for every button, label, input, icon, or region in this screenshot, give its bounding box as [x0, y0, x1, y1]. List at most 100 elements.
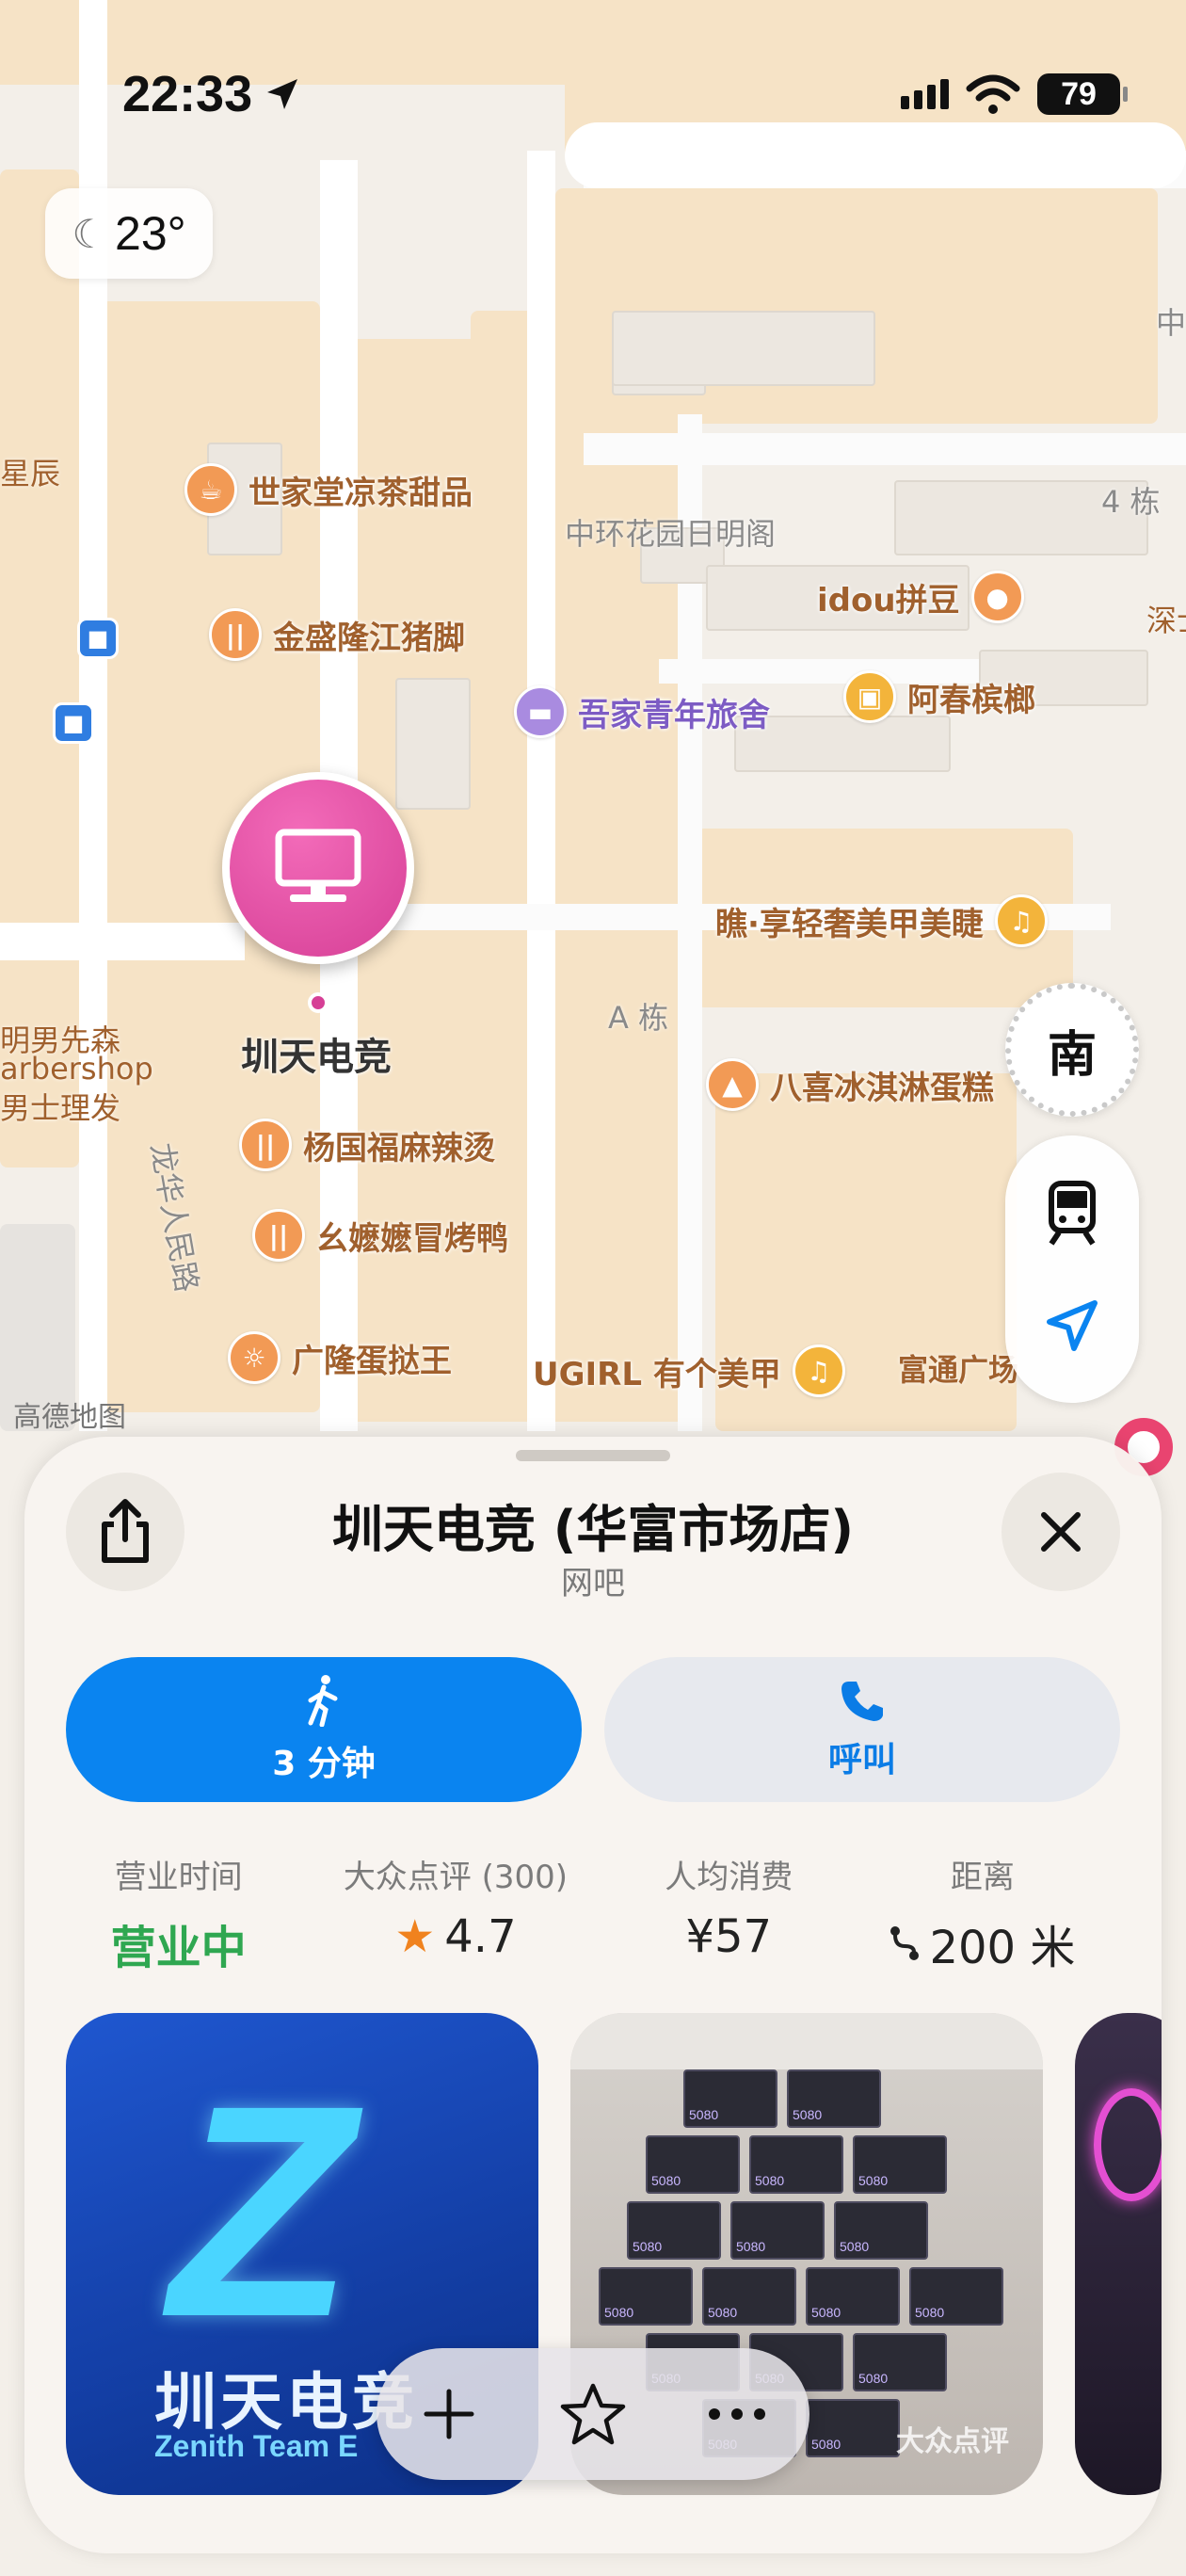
call-button[interactable]: 呼叫: [604, 1657, 1120, 1802]
marker-dot: [308, 992, 329, 1013]
moon-cloud-icon: ☾: [72, 211, 108, 256]
poi-label: 世家堂凉茶甜品: [248, 474, 473, 512]
place-title: 圳天电竞 (华富市场店): [331, 1500, 855, 1559]
stat-price[interactable]: 人均消费 ¥57: [665, 1851, 793, 1976]
distance-value: 200 米: [890, 1910, 1075, 1976]
locate-me-button[interactable]: [1030, 1283, 1114, 1368]
map-label-futong: 富通广场: [898, 1352, 1019, 1388]
stat-key: 距离: [950, 1859, 1015, 1896]
train-icon: [1049, 1181, 1096, 1246]
poi-guanglong[interactable]: ☼ 广隆蛋挞王: [228, 1331, 452, 1384]
route-icon: [890, 1926, 920, 1960]
gpu-box: 5080: [702, 2267, 796, 2326]
clock: 22:33: [122, 66, 253, 122]
status-time: 22:33: [122, 65, 301, 123]
map-label-zhonghuan: 中环花园日明阁: [565, 516, 777, 552]
poi-label: 幺嬷嬷冒烤鸭: [316, 1219, 508, 1258]
weather-widget[interactable]: ☾ 23°: [45, 188, 213, 279]
phone-icon: [841, 1682, 883, 1721]
compass-button[interactable]: 南: [1005, 983, 1139, 1117]
gpu-box: 5080: [806, 2267, 900, 2326]
star-outline-icon: [560, 2383, 626, 2445]
status-bar: 22:33 79: [122, 65, 1128, 123]
poi-wujia-hostel[interactable]: ▬ 吾家青年旅舍: [514, 685, 770, 738]
gpu-box: 5080: [853, 2135, 947, 2194]
poi-label: 金盛隆江猪脚: [273, 619, 465, 657]
fork-knife-icon: ||: [252, 1209, 305, 1262]
walk-time-label: 3 分钟: [272, 1745, 376, 1783]
walk-directions-button[interactable]: 3 分钟: [66, 1657, 582, 1802]
map-label-xingchen: 星辰: [0, 456, 61, 491]
poi-idou[interactable]: ● idou拼豆: [817, 571, 1024, 623]
poi-shijiatang[interactable]: ☕ 世家堂凉茶甜品: [184, 463, 473, 516]
fork-knife-icon: ||: [239, 1119, 292, 1171]
bed-icon: ▬: [514, 685, 567, 738]
poi-label: idou拼豆: [817, 581, 960, 620]
poi-ugirl[interactable]: ♫ UGIRL 有个美甲: [533, 1344, 845, 1397]
rating-number: 4.7: [444, 1910, 517, 1963]
selected-place-marker[interactable]: [222, 772, 414, 964]
place-stats: 营业时间 营业中 大众点评 (300) ★ 4.7 人均消费 ¥57 距离 20…: [62, 1851, 1124, 1976]
selected-place-label: 圳天电竞: [241, 1036, 392, 1079]
nail-icon: ♫: [792, 1344, 845, 1397]
bus-stop-icon[interactable]: ■: [77, 618, 119, 659]
drink-icon: ☕: [184, 463, 237, 516]
photo-pc-case[interactable]: [1075, 2013, 1162, 2495]
fork-knife-icon: ||: [209, 608, 262, 661]
location-arrow-icon: [1047, 1300, 1098, 1351]
location-arrow-icon: [267, 79, 298, 109]
battery-indicator: 79: [1037, 73, 1128, 115]
open-status: 营业中: [110, 1922, 247, 1974]
map-controls: [1005, 1135, 1139, 1403]
poi-label: 阿春槟榔: [907, 681, 1035, 719]
floating-action-bar: [377, 2348, 809, 2480]
stat-key: 人均消费: [665, 1859, 793, 1896]
map-label-shen: 深士: [1146, 603, 1186, 638]
add-button[interactable]: [397, 2362, 501, 2466]
temperature: 23°: [115, 207, 186, 260]
poi-achun[interactable]: ▣ 阿春槟榔: [843, 670, 1035, 723]
map-brand: 高德地图: [13, 1401, 126, 1434]
poi-label: 广隆蛋挞王: [292, 1342, 452, 1380]
logo-english-name: Zenith Team E: [154, 2429, 359, 2463]
gpu-box: 5080: [787, 2069, 881, 2128]
poi-nail-salon[interactable]: ♫ 瞧·享轻奢美甲美睫: [715, 894, 1048, 947]
plus-icon: [424, 2389, 474, 2439]
poi-label: 杨国福麻辣烫: [303, 1129, 495, 1167]
bag-icon: ▣: [843, 670, 896, 723]
more-button[interactable]: [685, 2362, 789, 2466]
gpu-box: 5080: [627, 2201, 721, 2260]
map-label-building-a: A 栋: [608, 1000, 669, 1036]
stat-key: 大众点评 (300): [343, 1859, 569, 1896]
wifi-icon: [966, 74, 1020, 114]
stat-hours[interactable]: 营业时间 营业中: [111, 1851, 247, 1976]
nail-icon: ♫: [994, 894, 1048, 947]
bus-stop-icon[interactable]: ■: [53, 702, 94, 744]
star-icon: ★: [394, 1910, 436, 1963]
stat-distance[interactable]: 距离 200 米: [890, 1851, 1075, 1976]
place-category: 网吧: [561, 1565, 625, 1602]
poi-label: 吾家青年旅舍: [578, 696, 770, 734]
stat-rating[interactable]: 大众点评 (300) ★ 4.7: [344, 1851, 568, 1976]
gpu-box: 5080: [599, 2267, 693, 2326]
poi-yaomomo[interactable]: || 幺嬷嬷冒烤鸭: [252, 1209, 508, 1262]
stat-key: 营业时间: [114, 1859, 243, 1896]
map-label-barber-2: arbershop: [0, 1051, 153, 1087]
transit-button[interactable]: [1030, 1170, 1114, 1255]
ellipsis-icon: [709, 2408, 766, 2420]
favorite-button[interactable]: [541, 2362, 645, 2466]
poi-baxi[interactable]: ▲ 八喜冰淇淋蛋糕: [706, 1058, 994, 1111]
map-label-barber-3: 男士理发: [0, 1090, 121, 1126]
croissant-icon: ☼: [228, 1331, 280, 1384]
poi-label: 八喜冰淇淋蛋糕: [770, 1069, 994, 1107]
gpu-box: 5080: [806, 2399, 900, 2457]
gpu-box: 5080: [646, 2135, 740, 2194]
gpu-box: 5080: [683, 2069, 777, 2128]
circle-dot-icon: ●: [970, 571, 1024, 623]
gpu-box: 5080: [834, 2201, 928, 2260]
gpu-box: 5080: [749, 2135, 843, 2194]
call-label: 呼叫: [827, 1741, 896, 1779]
poi-yangguofu[interactable]: || 杨国福麻辣烫: [239, 1119, 495, 1171]
sheet-grabber[interactable]: [516, 1450, 670, 1461]
poi-jinshenglong[interactable]: || 金盛隆江猪脚: [209, 608, 465, 661]
